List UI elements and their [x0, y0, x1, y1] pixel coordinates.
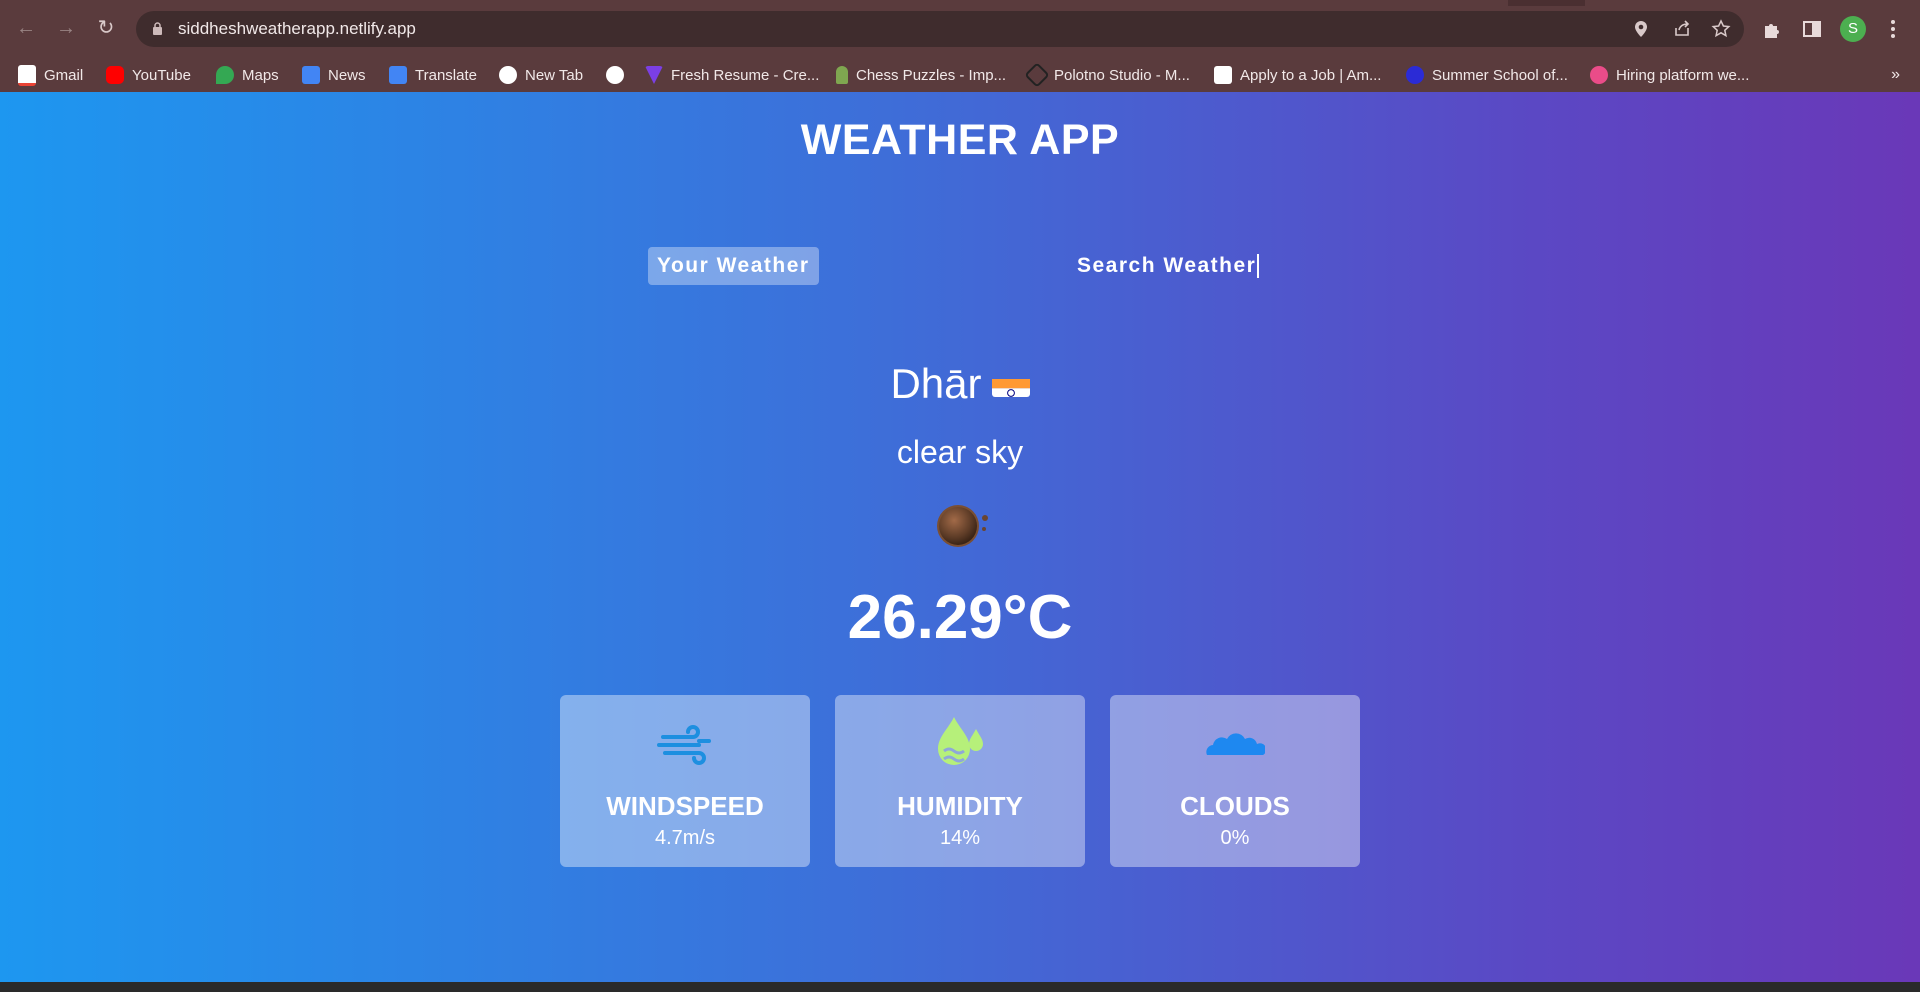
page-title: WEATHER APP — [800, 116, 1120, 164]
bookmark-label: Fresh Resume - Cre... — [671, 66, 820, 84]
news-icon — [302, 66, 320, 84]
location-pin-icon[interactable] — [1631, 19, 1651, 39]
bookmark-label: Apply to a Job | Am... — [1240, 66, 1382, 84]
bookmark-news[interactable]: News — [302, 58, 366, 92]
bookmark-label: New Tab — [525, 66, 584, 84]
weather-description: clear sky — [896, 434, 1024, 470]
tab-strip — [0, 0, 1920, 6]
clouds-label: CLOUDS — [1180, 791, 1290, 821]
bookmark-label: News — [328, 66, 366, 84]
text-cursor — [1257, 254, 1260, 279]
humidity-value: 14% — [939, 827, 981, 849]
bookmark-hiring-platform[interactable]: Hiring platform we... — [1590, 58, 1749, 92]
youtube-icon — [106, 66, 124, 84]
active-tab-edge[interactable] — [0, 0, 1508, 6]
bookmark-label: Polotno Studio - M... — [1054, 66, 1190, 84]
india-flag-icon — [991, 369, 1030, 397]
clouds-card: CLOUDS 0% — [1110, 695, 1360, 867]
reload-icon[interactable]: ↻ — [92, 14, 120, 42]
windspeed-label: WINDSPEED — [606, 791, 764, 821]
chess-pawn-icon — [836, 66, 848, 84]
cloud-icon — [1206, 733, 1265, 755]
tab-search-weather[interactable]: Search Weather — [1068, 247, 1268, 285]
bookmark-label: Hiring platform we... — [1616, 66, 1750, 84]
summer-school-icon — [1406, 66, 1424, 84]
url-text[interactable]: siddheshweatherapp.netlify.app — [178, 11, 416, 47]
bookmark-globe[interactable] — [606, 58, 624, 92]
maps-icon — [216, 66, 234, 84]
bookmark-chess-puzzles[interactable]: Chess Puzzles - Imp... — [836, 58, 1006, 92]
city-label: Dhār — [890, 360, 982, 407]
temperature: 26.29°C — [847, 583, 1073, 652]
translate-icon — [389, 66, 407, 84]
bookmarks-bar: Gmail YouTube Maps News Translate New Ta… — [0, 58, 1920, 92]
side-panel-icon[interactable] — [1801, 18, 1823, 40]
forward-arrow-icon[interactable]: → — [52, 14, 80, 42]
globe-icon — [606, 66, 624, 84]
bookmark-label: Translate — [415, 66, 477, 84]
city-name: Dhār — [0, 360, 1920, 408]
bookmark-label: Maps — [242, 66, 279, 84]
tab-your-weather[interactable]: Your Weather — [648, 247, 819, 285]
humidity-drop-icon — [938, 717, 983, 765]
kebab-menu-icon[interactable] — [1882, 18, 1904, 40]
amazon-icon — [1214, 66, 1232, 84]
wind-icon — [657, 725, 711, 765]
windspeed-value: 4.7m/s — [654, 827, 716, 849]
back-arrow-icon[interactable]: ← — [12, 14, 40, 42]
humidity-label: HUMIDITY — [897, 791, 1023, 821]
windspeed-card: WINDSPEED 4.7m/s — [560, 695, 810, 867]
gmail-icon — [18, 64, 36, 86]
bookmark-label: Chess Puzzles - Imp... — [856, 66, 1007, 84]
bookmark-gmail[interactable]: Gmail — [18, 58, 83, 92]
humidity-card: HUMIDITY 14% — [835, 695, 1085, 867]
bookmark-label: Summer School of... — [1432, 66, 1568, 84]
address-bar[interactable]: siddheshweatherapp.netlify.app — [136, 11, 1744, 47]
tab-label: Your Weather — [657, 254, 810, 277]
inactive-tab-edge[interactable] — [1585, 0, 1920, 6]
dribbble-icon — [1590, 66, 1608, 84]
bookmarks-overflow-button[interactable]: » — [1891, 58, 1900, 92]
bookmark-label: Gmail — [44, 66, 84, 84]
fresh-resume-icon — [645, 66, 663, 84]
bookmark-fresh-resume[interactable]: Fresh Resume - Cre... — [645, 58, 819, 92]
bookmark-translate[interactable]: Translate — [389, 58, 477, 92]
bottom-edge — [0, 982, 1920, 992]
weather-app-page: WEATHER APP Your Weather Search Weather … — [0, 92, 1920, 982]
bookmark-maps[interactable]: Maps — [216, 58, 279, 92]
globe-icon — [499, 66, 517, 84]
bookmark-summer-school[interactable]: Summer School of... — [1406, 58, 1568, 92]
clear-sky-icon — [937, 505, 988, 547]
bookmark-new-tab[interactable]: New Tab — [499, 58, 583, 92]
polotno-icon — [1024, 62, 1050, 88]
extensions-icon[interactable] — [1761, 18, 1783, 40]
profile-avatar[interactable]: S — [1840, 16, 1866, 42]
browser-toolbar: ← → ↻ siddheshweatherapp.netlify.app S — [0, 0, 1920, 58]
tab-label: Search Weather — [1077, 254, 1257, 277]
lock-icon — [153, 22, 162, 35]
share-icon[interactable] — [1672, 19, 1692, 39]
bookmark-youtube[interactable]: YouTube — [106, 58, 191, 92]
bookmark-polotno[interactable]: Polotno Studio - M... — [1024, 58, 1190, 92]
bookmark-label: YouTube — [132, 66, 191, 84]
bookmark-star-icon[interactable] — [1711, 19, 1731, 39]
clouds-value: 0% — [1220, 827, 1250, 849]
bookmark-amazon-jobs[interactable]: Apply to a Job | Am... — [1214, 58, 1381, 92]
